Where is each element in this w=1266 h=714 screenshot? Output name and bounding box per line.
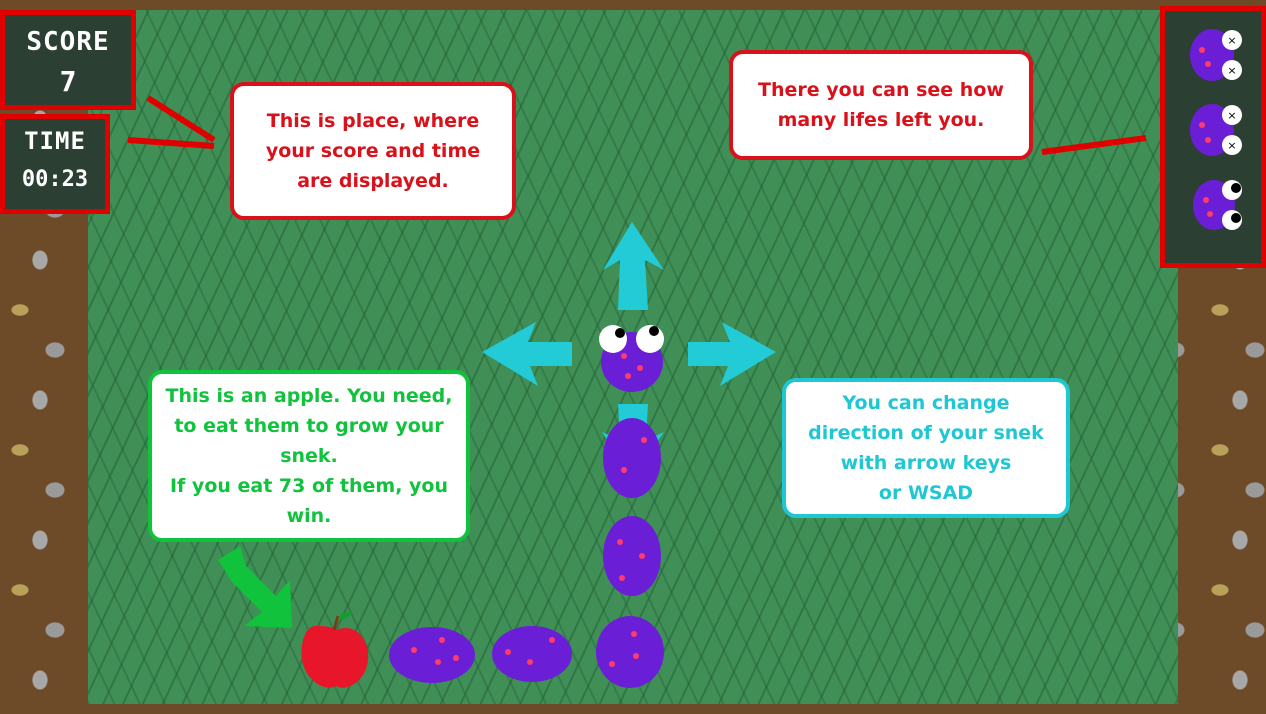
score-panel: SCORE 7 <box>0 10 136 110</box>
lives-panel <box>1160 6 1266 268</box>
tip-direction: You can change direction of your snek wi… <box>782 378 1070 518</box>
score-label: SCORE <box>26 27 110 57</box>
time-label: TIME <box>24 127 86 155</box>
tip-direction-text: You can change direction of your snek wi… <box>808 392 1044 504</box>
tip-apple-text: This is an apple. You need, to eat them … <box>165 385 453 527</box>
tip-lives-text: There you can see how many lifes left yo… <box>758 79 1004 131</box>
tip-score-time: This is place, where your score and time… <box>230 82 516 220</box>
time-value: 00:23 <box>21 167 89 192</box>
tip-lives: There you can see how many lifes left yo… <box>729 50 1033 160</box>
score-value: 7 <box>59 65 77 98</box>
tip-score-time-text: This is place, where your score and time… <box>265 110 481 192</box>
tip-apple: This is an apple. You need, to eat them … <box>148 370 470 542</box>
time-panel: TIME 00:23 <box>0 114 110 214</box>
